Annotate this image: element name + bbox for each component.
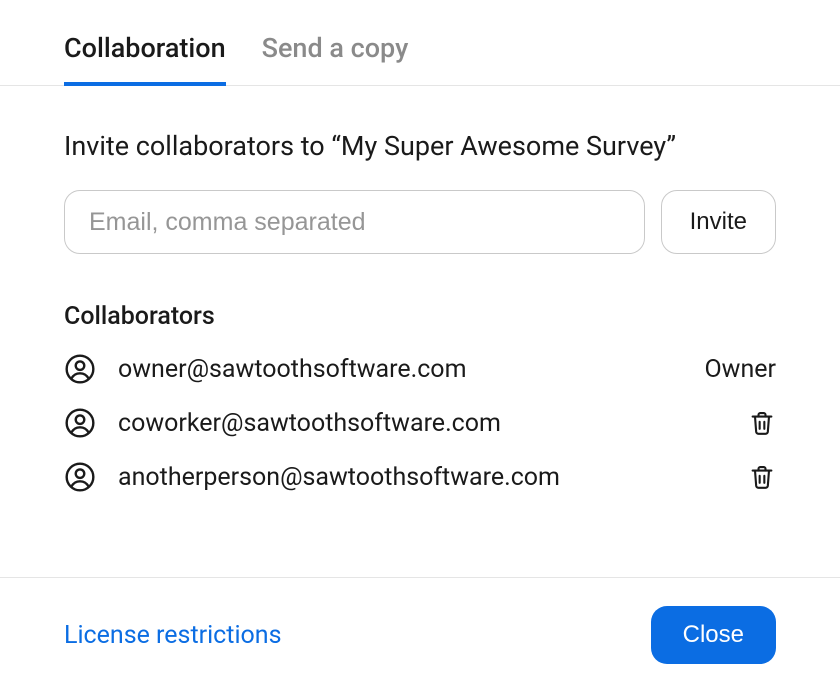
collaboration-dialog: Collaboration Send a copy Invite collabo… [0,0,840,696]
trash-icon [748,463,776,491]
invite-button[interactable]: Invite [661,190,776,254]
dialog-tabs: Collaboration Send a copy [0,0,840,86]
person-icon [64,407,96,439]
collaborator-row: owner@sawtoothsoftware.com Owner [64,353,776,385]
collaborators-heading: Collaborators [64,302,776,331]
tab-collaboration[interactable]: Collaboration [64,32,226,86]
collaborator-row: coworker@sawtoothsoftware.com [64,407,776,439]
remove-collaborator-button[interactable] [748,463,776,491]
license-restrictions-link[interactable]: License restrictions [64,621,282,650]
invite-heading: Invite collaborators to “My Super Awesom… [64,130,776,162]
dialog-footer: License restrictions Close [0,577,840,696]
collaborator-email: coworker@sawtoothsoftware.com [118,409,726,438]
tab-send-copy[interactable]: Send a copy [262,32,409,86]
trash-icon [748,409,776,437]
person-icon [64,353,96,385]
collaborator-row: anotherperson@sawtoothsoftware.com [64,461,776,493]
invite-row: Invite [64,190,776,254]
collaborators-list: owner@sawtoothsoftware.com Owner coworke… [64,353,776,493]
person-icon [64,461,96,493]
remove-collaborator-button[interactable] [748,409,776,437]
email-input[interactable] [64,190,645,254]
collaborator-role: Owner [704,355,776,384]
close-button[interactable]: Close [651,606,776,664]
collaborator-email: anotherperson@sawtoothsoftware.com [118,463,726,492]
collaborator-email: owner@sawtoothsoftware.com [118,355,682,384]
dialog-content: Invite collaborators to “My Super Awesom… [0,86,840,577]
